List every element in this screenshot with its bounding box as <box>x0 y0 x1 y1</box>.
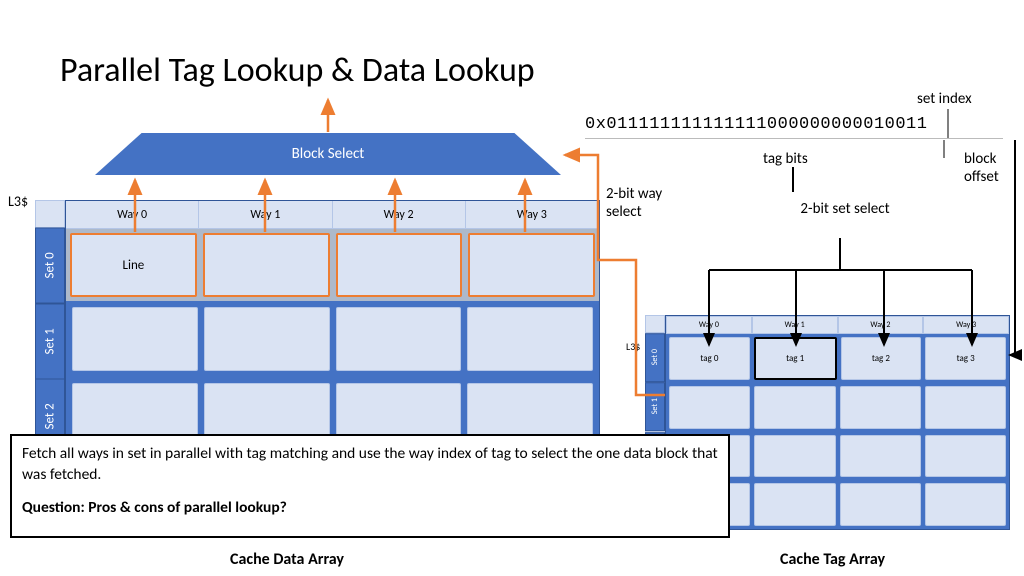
data-cell: Line <box>70 233 197 297</box>
block-offset-label-2: offset <box>964 168 999 186</box>
tag-row <box>666 383 1009 432</box>
way-header: Way 2 <box>838 316 924 334</box>
way-header: Way 3 <box>466 201 599 228</box>
way-header: Way 0 <box>666 316 752 334</box>
block-select-mux: Block Select <box>95 133 561 175</box>
address-underline <box>585 138 1003 139</box>
caption-data-array: Cache Data Array <box>230 550 344 569</box>
way-header: Way 1 <box>199 201 332 228</box>
set-label: Set 1 <box>645 382 665 431</box>
tag-cell: tag 3 <box>925 337 1006 380</box>
data-cell <box>468 233 595 297</box>
l3-label-data-array: L3$ <box>8 193 28 210</box>
explanation-text: Fetch all ways in set in parallel with t… <box>22 444 718 486</box>
page-title: Parallel Tag Lookup & Data Lookup <box>60 50 535 91</box>
l3-label-tag-array: L3$ <box>626 340 640 353</box>
data-cell <box>203 233 330 297</box>
set-label: Set 1 <box>35 304 65 380</box>
block-offset-label-1: block <box>964 150 996 168</box>
question-text: Question: Pros & cons of parallel lookup… <box>22 498 718 519</box>
way-header: Way 2 <box>333 201 466 228</box>
tag-cell: tag 0 <box>669 337 750 380</box>
address-string: 0x011111111111111000000000010011 <box>585 115 927 134</box>
set-label: Set 0 <box>35 228 65 304</box>
tag-cell: tag 2 <box>841 337 922 380</box>
tag-bits-label: tag bits <box>763 150 808 168</box>
way-header: Way 0 <box>66 201 199 228</box>
tag-cell-matched: tag 1 <box>754 337 837 380</box>
tag-row: tag 0 tag 1 tag 2 tag 3 <box>666 334 1009 383</box>
set-label: Set 0 <box>645 333 665 382</box>
data-row-highlighted: Line <box>66 229 599 301</box>
explanation-box: Fetch all ways in set in parallel with t… <box>10 434 730 538</box>
data-row <box>66 301 599 377</box>
set-index-label: set index <box>917 90 972 108</box>
data-cell <box>336 233 463 297</box>
caption-tag-array: Cache Tag Array <box>780 550 885 569</box>
way-header: Way 3 <box>923 316 1009 334</box>
way-header: Way 1 <box>752 316 838 334</box>
way-select-label2: 2-bit way select <box>606 185 696 221</box>
set-select-label: 2-bit set select <box>800 200 890 218</box>
